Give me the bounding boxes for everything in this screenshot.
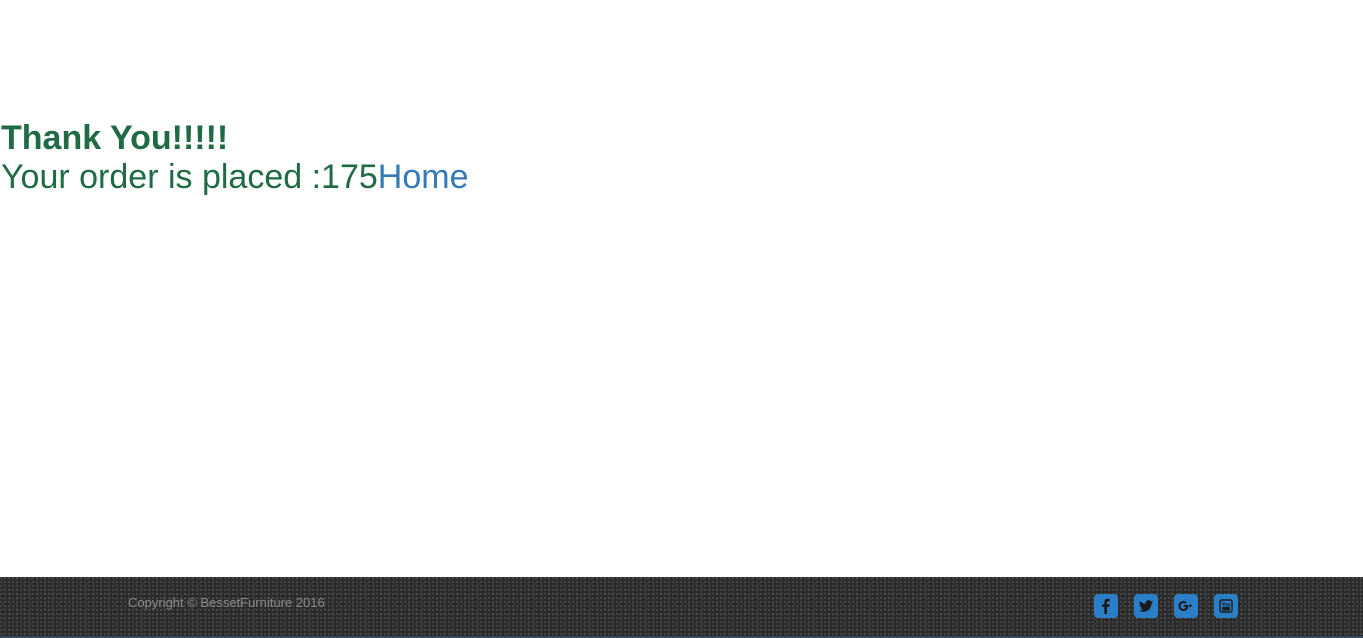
youtube-icon[interactable]: You [1214,594,1238,618]
google-plus-icon[interactable] [1174,594,1198,618]
thank-you-heading: Thank You!!!!! [1,119,229,157]
order-confirmation-line: Your order is placed :175Home [1,158,468,196]
page: Thank You!!!!! Your order is placed :175… [0,0,1363,638]
facebook-icon[interactable] [1094,594,1118,618]
confirmation-content: Thank You!!!!! Your order is placed :175… [1,118,468,196]
twitter-icon[interactable] [1134,594,1158,618]
copyright-text: Copyright © BessetFurniture 2016 [128,595,325,610]
social-links: You [1094,594,1238,618]
order-placed-text: Your order is placed :175 [1,158,378,196]
home-link[interactable]: Home [378,158,469,196]
footer: Copyright © BessetFurniture 2016 You [0,577,1363,638]
